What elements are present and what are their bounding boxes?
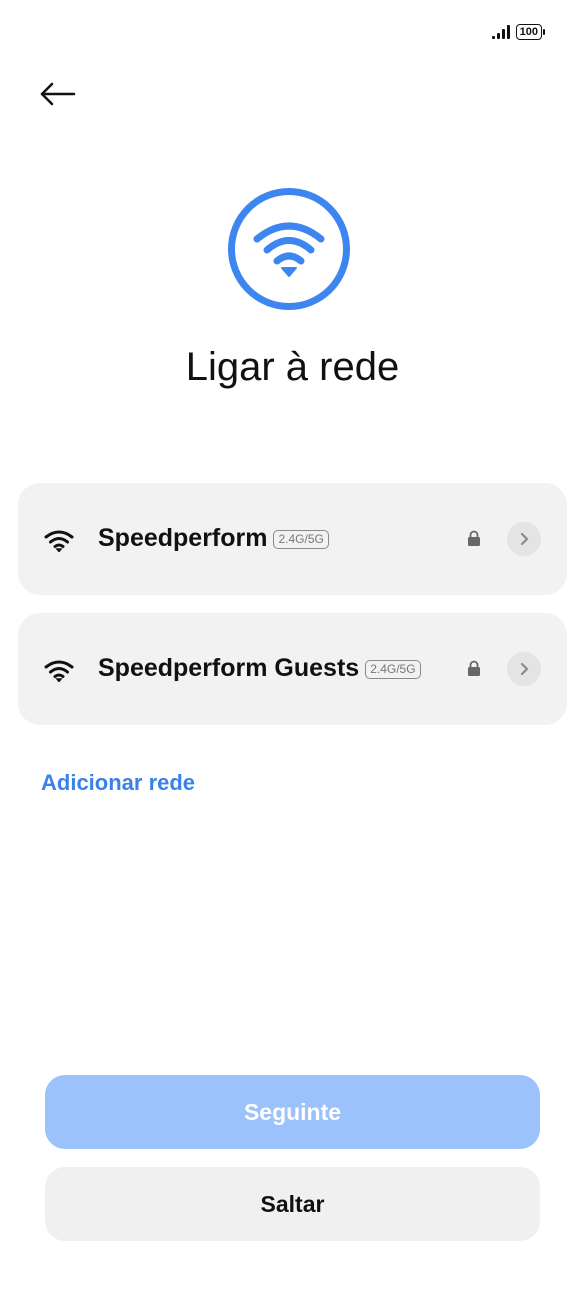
battery-level: 100 xyxy=(515,24,542,40)
add-network-link[interactable]: Adicionar rede xyxy=(41,770,195,796)
network-name-row: Speedperform Guests 2.4G/5G xyxy=(98,654,421,683)
lock-icon xyxy=(468,530,480,546)
arrow-left-icon xyxy=(40,82,76,106)
page-title: Ligar à rede xyxy=(185,345,400,389)
chevron-right-icon xyxy=(520,532,529,546)
back-button[interactable] xyxy=(38,76,78,112)
status-bar: 100 xyxy=(491,24,545,40)
wifi-signal-icon xyxy=(44,660,74,682)
band-badge: 2.4G/5G xyxy=(365,660,421,679)
band-badge: 2.4G/5G xyxy=(273,530,329,549)
network-details-button[interactable] xyxy=(507,522,541,556)
network-name: Speedperform xyxy=(98,524,268,552)
cellular-signal-icon xyxy=(491,25,510,39)
next-button[interactable]: Seguinte xyxy=(45,1075,540,1149)
chevron-right-icon xyxy=(520,662,529,676)
battery-icon: 100 xyxy=(515,24,545,40)
network-name-row: Speedperform 2.4G/5G xyxy=(98,524,329,553)
skip-button[interactable]: Saltar xyxy=(45,1167,540,1241)
network-name: Speedperform Guests xyxy=(98,654,360,682)
wifi-icon xyxy=(253,222,325,277)
network-item[interactable]: Speedperform 2.4G/5G xyxy=(18,483,567,595)
network-item[interactable]: Speedperform Guests 2.4G/5G xyxy=(18,613,567,725)
wifi-signal-icon xyxy=(44,530,74,552)
network-details-button[interactable] xyxy=(507,652,541,686)
wifi-hero-icon xyxy=(228,188,350,310)
lock-icon xyxy=(468,660,480,676)
